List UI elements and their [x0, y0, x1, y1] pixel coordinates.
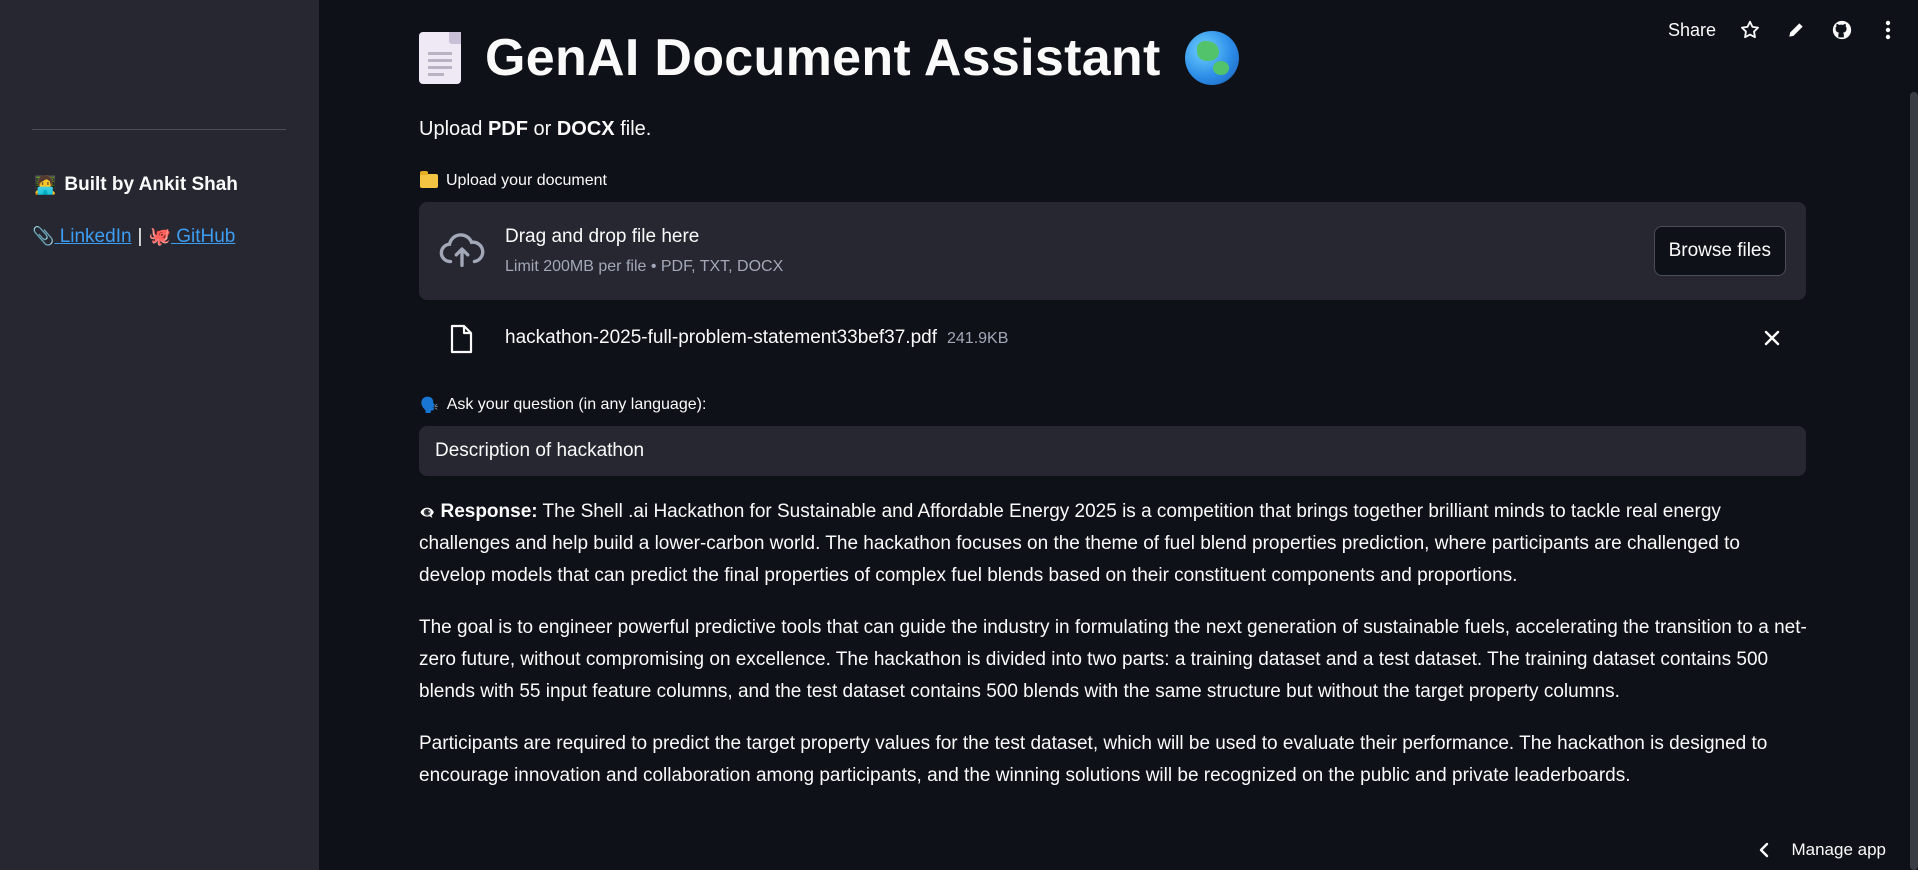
scrollbar[interactable] [1910, 92, 1918, 870]
main-content: Share GenAI Document Assistant Upload PD… [319, 0, 1918, 870]
response-paragraph: 👁️‍🗨️ Response: The Shell .ai Hackathon … [419, 496, 1809, 592]
instruction-prefix: Upload [419, 118, 488, 140]
technologist-icon: 🧑‍💻 [34, 175, 57, 195]
github-icon[interactable] [1830, 18, 1854, 42]
close-icon[interactable] [1762, 328, 1782, 348]
uploaded-file: hackathon-2025-full-problem-statement33b… [419, 318, 1806, 362]
built-by: 🧑‍💻 Built by Ankit Shah [34, 174, 238, 196]
format-docx: DOCX [556, 118, 615, 140]
response-block: 👁️‍🗨️ Response: The Shell .ai Hackathon … [419, 496, 1809, 812]
cloud-upload-icon [439, 233, 485, 268]
sidebar: 🧑‍💻 Built by Ankit Shah 📎 LinkedIn | 🐙 G… [0, 0, 319, 870]
manage-app-button[interactable]: Manage app [1759, 840, 1886, 860]
edit-icon[interactable] [1784, 18, 1808, 42]
response-label: Response: [440, 501, 538, 522]
globe-icon [1184, 31, 1239, 85]
format-pdf: PDF [487, 118, 528, 140]
dropzone-title: Drag and drop file here [505, 226, 700, 247]
star-icon[interactable] [1738, 18, 1762, 42]
response-paragraph: The goal is to engineer powerful predict… [419, 617, 1807, 702]
share-button[interactable]: Share [1668, 20, 1716, 41]
github-label: GitHub [176, 226, 236, 247]
built-by-label: Built by Ankit Shah [64, 174, 238, 195]
more-menu-icon[interactable] [1876, 18, 1900, 42]
page-header: GenAI Document Assistant [419, 28, 1239, 88]
file-name-text: hackathon-2025-full-problem-statement33b… [505, 327, 937, 348]
upload-instruction: Upload PDF or DOCX file. [419, 118, 651, 141]
file-size: 241.9KB [947, 330, 1009, 347]
app-toolbar: Share [1668, 18, 1900, 42]
question-input[interactable] [419, 426, 1806, 476]
page-title: GenAI Document Assistant [485, 29, 1161, 87]
response-text-1: The Shell .ai Hackathon for Sustainable … [419, 501, 1740, 586]
response-paragraph: Participants are required to predict the… [419, 733, 1768, 786]
chevron-left-icon [1760, 842, 1769, 858]
instruction-suffix: file. [614, 118, 652, 140]
manage-app-label: Manage app [1791, 840, 1886, 859]
linkedin-link[interactable]: 📎 LinkedIn [32, 226, 132, 248]
question-label-text: Ask your question (in any language): [446, 396, 707, 413]
linkedin-label: LinkedIn [59, 226, 132, 247]
folder-icon [420, 171, 438, 188]
github-link[interactable]: 🐙 GitHub [148, 226, 235, 248]
file-icon [450, 324, 473, 354]
sidebar-divider [32, 129, 286, 130]
file-name: hackathon-2025-full-problem-statement33b… [505, 327, 1008, 349]
octocat-icon: 🐙 [148, 226, 171, 246]
page-facing-up-icon [419, 32, 461, 84]
link-separator: | [137, 226, 143, 247]
eye-icon: 👁️‍🗨️ [419, 505, 436, 520]
social-links: 📎 LinkedIn | 🐙 GitHub [32, 226, 235, 248]
dropzone-limit: Limit 200MB per file • PDF, TXT, DOCX [505, 258, 784, 275]
question-label: 🗣️ Ask your question (in any language): [420, 396, 706, 414]
file-dropzone[interactable]: Drag and drop file here Limit 200MB per … [419, 202, 1806, 300]
upload-label: Upload your document [420, 171, 607, 190]
paperclip-icon: 📎 [32, 226, 55, 246]
upload-label-text: Upload your document [446, 172, 607, 189]
instruction-or: or [527, 118, 557, 140]
browse-files-button[interactable]: Browse files [1653, 226, 1786, 276]
speaking-head-icon: 🗣️ [420, 396, 439, 414]
